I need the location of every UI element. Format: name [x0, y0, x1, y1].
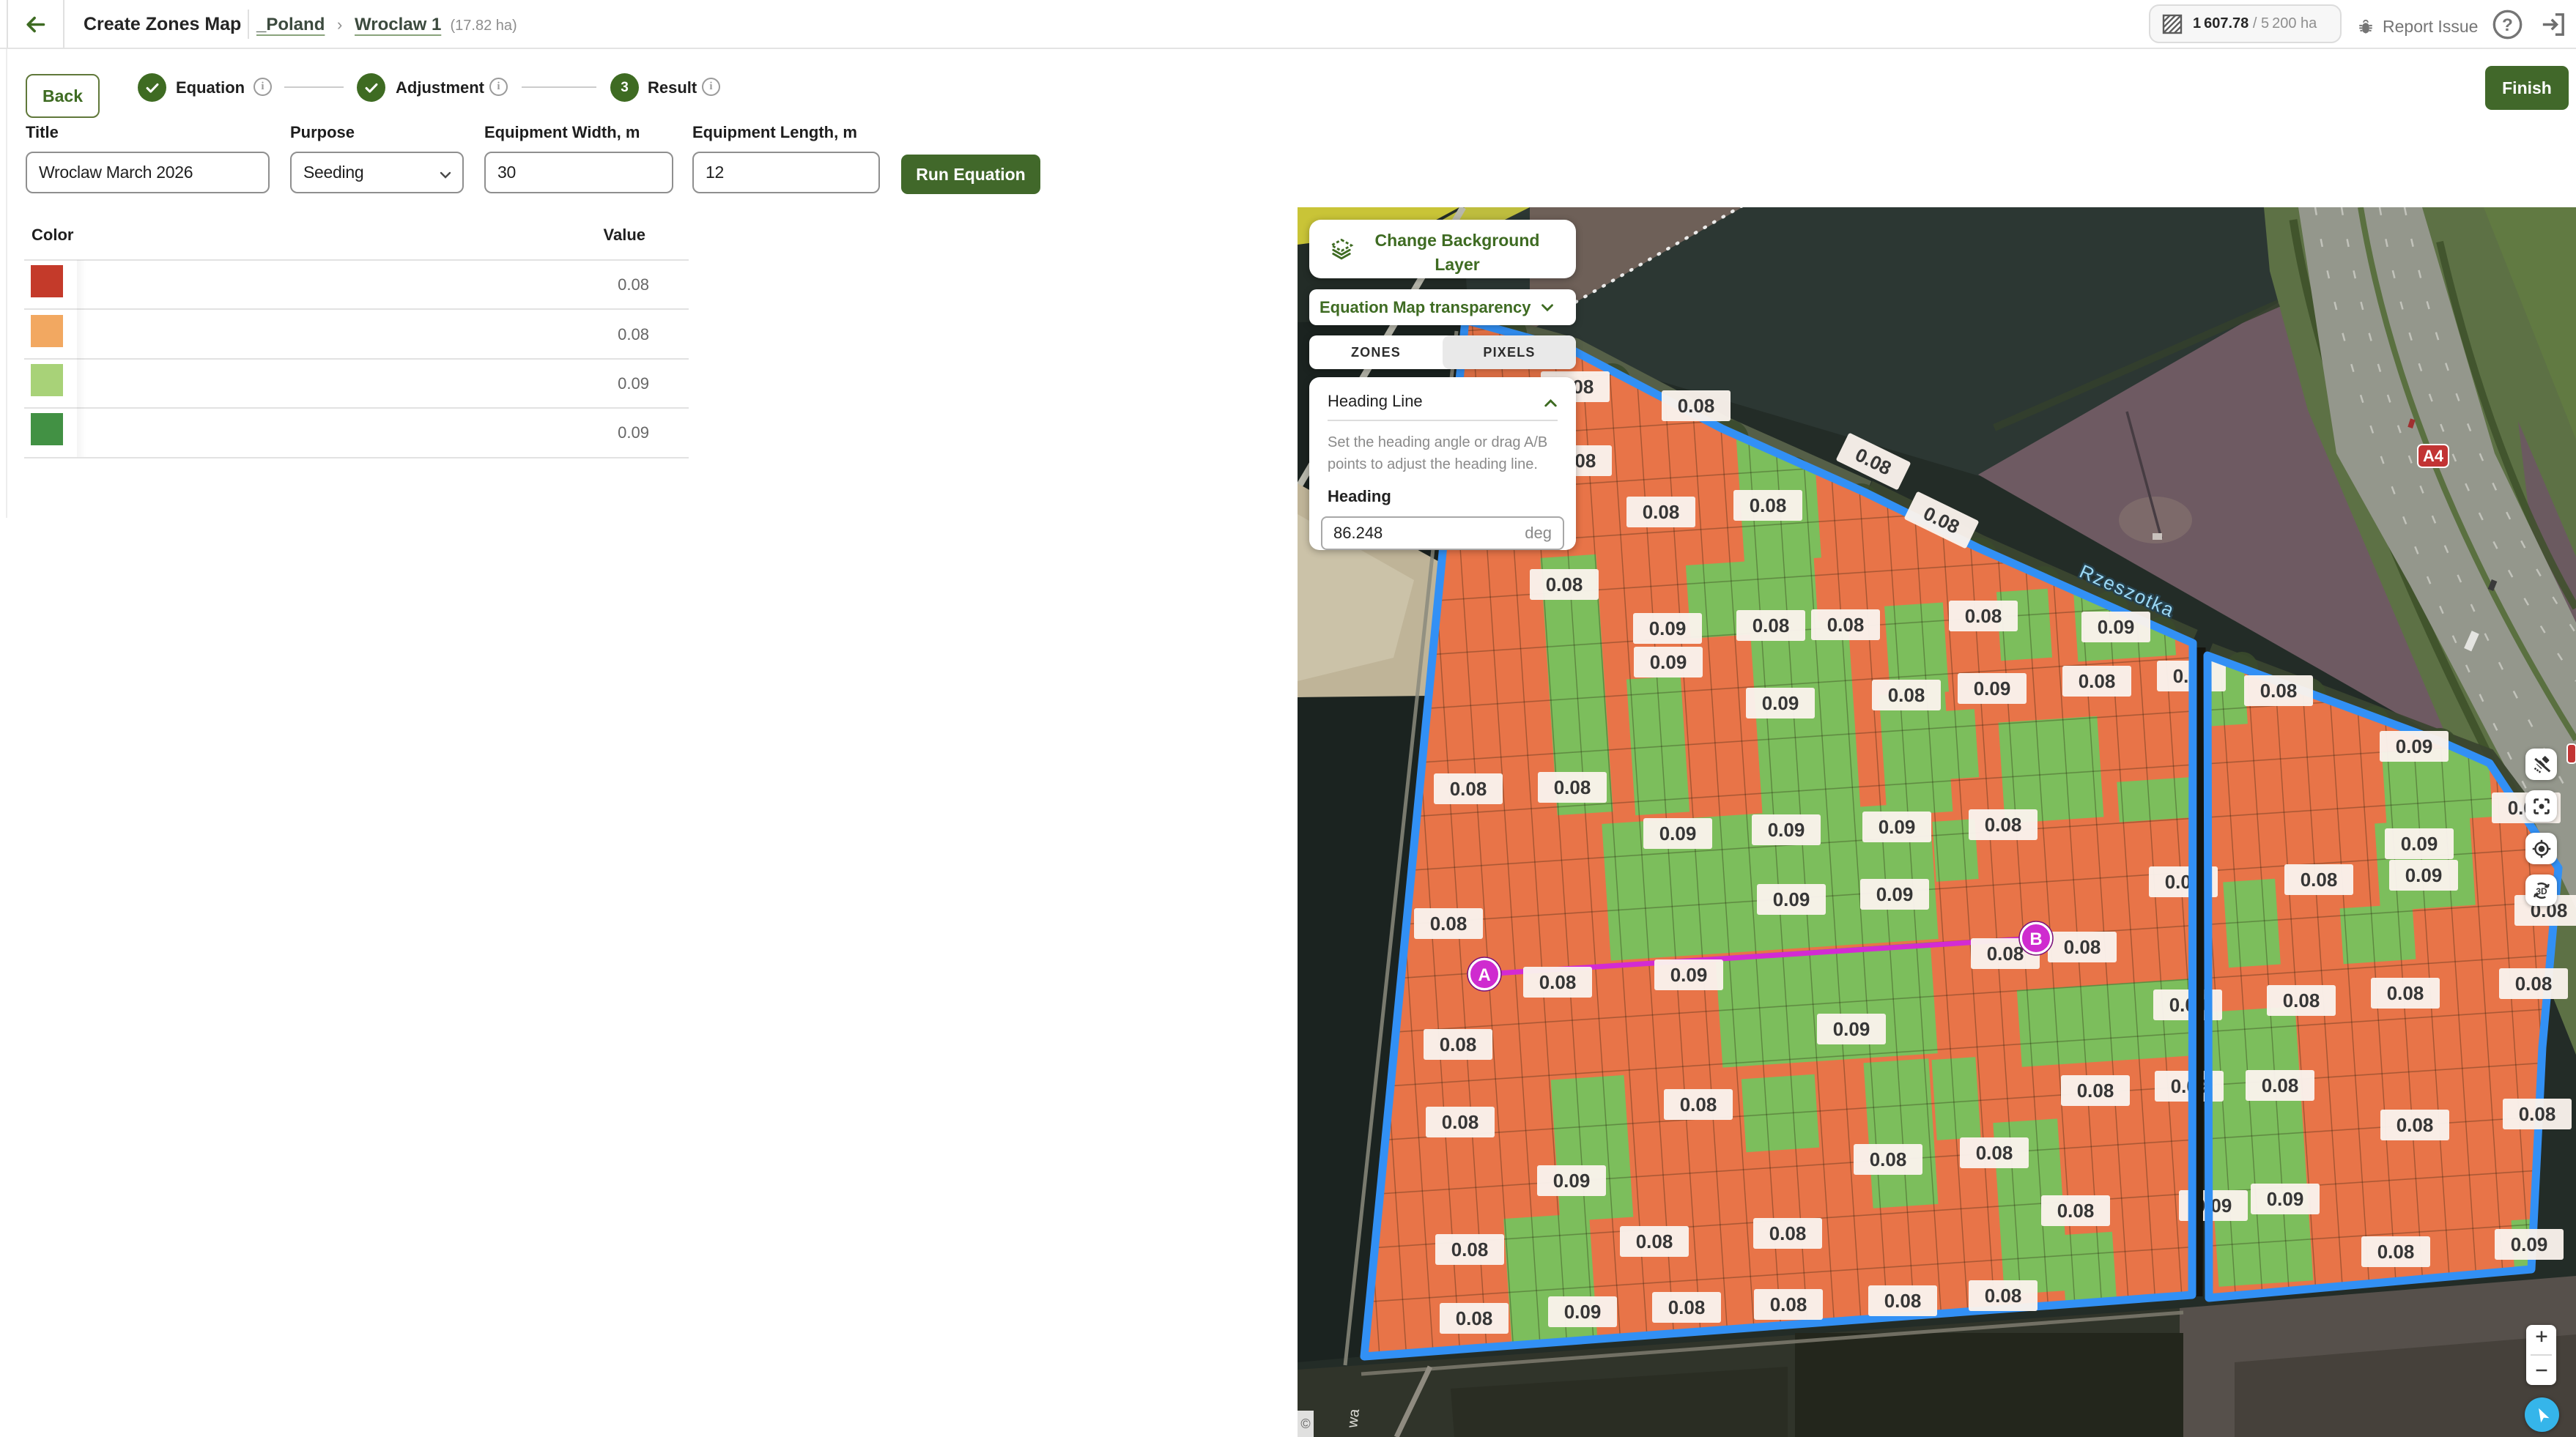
svg-text:0.09: 0.09	[2267, 1188, 2304, 1210]
svg-text:0.08: 0.08	[1753, 614, 1790, 636]
svg-text:0.08: 0.08	[1442, 1111, 1479, 1133]
svg-text:0.09: 0.09	[1768, 819, 1805, 841]
svg-text:0.08: 0.08	[1884, 1290, 1922, 1312]
svg-text:0.08: 0.08	[2515, 973, 2553, 995]
svg-text:0.08: 0.08	[1770, 1293, 1807, 1315]
svg-text:0.08: 0.08	[2260, 680, 2298, 702]
svg-text:0.09: 0.09	[1650, 651, 1687, 673]
svg-text:0.09: 0.09	[1762, 692, 1799, 714]
svg-text:wa: wa	[1344, 1408, 1363, 1430]
svg-text:0.09: 0.09	[1670, 964, 1708, 986]
svg-text:0.09: 0.09	[1974, 677, 2011, 699]
svg-text:0.09: 0.09	[1649, 617, 1687, 639]
svg-text:0.08: 0.08	[1750, 494, 1787, 516]
svg-text:0.08: 0.08	[1539, 971, 1577, 993]
svg-text:0.08: 0.08	[2064, 936, 2101, 958]
svg-text:0.08: 0.08	[2077, 1080, 2114, 1102]
svg-text:0.09: 0.09	[1833, 1018, 1870, 1040]
svg-text:0.08: 0.08	[2283, 989, 2320, 1011]
svg-text:0.08: 0.08	[2519, 1103, 2556, 1125]
svg-text:0.08: 0.08	[1888, 684, 1925, 706]
svg-text:0.08: 0.08	[1440, 1033, 1477, 1055]
svg-text:0.08: 0.08	[1554, 776, 1591, 798]
svg-text:0.09: 0.09	[2511, 1233, 2548, 1255]
svg-text:0.08: 0.08	[1636, 1230, 1673, 1252]
svg-text:0.09: 0.09	[2396, 735, 2433, 757]
svg-text:0.08: 0.08	[1680, 1093, 1717, 1115]
svg-text:0.08: 0.08	[2079, 670, 2116, 692]
svg-text:0.08: 0.08	[1965, 605, 2002, 627]
svg-text:?: ?	[2502, 15, 2513, 35]
svg-text:0.09: 0.09	[1876, 883, 1914, 905]
svg-text:0.08: 0.08	[1987, 943, 2024, 965]
svg-text:0.08: 0.08	[2397, 1114, 2434, 1136]
svg-text:0.08: 0.08	[2057, 1200, 2095, 1222]
svg-text:0.08: 0.08	[1870, 1148, 1907, 1170]
svg-text:0.09: 0.09	[1879, 816, 1916, 838]
svg-text:0.08: 0.08	[2301, 869, 2338, 891]
svg-text:0.08: 0.08	[2377, 1241, 2415, 1263]
svg-text:0.08: 0.08	[1985, 814, 2022, 836]
svg-text:0.09: 0.09	[1659, 823, 1697, 844]
svg-text:0.08: 0.08	[1546, 573, 1583, 595]
svg-text:0.09: 0.09	[1773, 888, 1810, 910]
svg-text:0.08: 0.08	[1451, 1239, 1489, 1260]
svg-text:0.08: 0.08	[1769, 1222, 1807, 1244]
svg-text:0.08: 0.08	[1827, 614, 1865, 636]
svg-text:3D: 3D	[2536, 885, 2547, 896]
svg-text:0.09: 0.09	[1564, 1301, 1602, 1323]
svg-text:0.08: 0.08	[1643, 501, 1680, 523]
svg-text:0.08: 0.08	[2262, 1074, 2299, 1096]
svg-text:©: ©	[1300, 1416, 1310, 1431]
svg-text:0.08: 0.08	[2387, 982, 2424, 1004]
svg-text:0.09: 0.09	[2401, 833, 2438, 855]
svg-text:0.08: 0.08	[1678, 395, 1715, 417]
svg-text:0.08: 0.08	[1668, 1296, 1706, 1318]
svg-text:A4: A4	[2423, 447, 2444, 465]
svg-text:0.08: 0.08	[1430, 913, 1467, 935]
svg-text:A: A	[1478, 965, 1490, 985]
svg-text:0.09: 0.09	[2405, 864, 2443, 886]
svg-text:0.08: 0.08	[1450, 778, 1487, 800]
svg-text:0.09: 0.09	[2098, 616, 2135, 638]
svg-text:0.09: 0.09	[1553, 1170, 1591, 1192]
svg-text:0.08: 0.08	[1456, 1307, 1493, 1329]
svg-text:B: B	[2029, 929, 2042, 949]
svg-text:0.08: 0.08	[1985, 1285, 2022, 1307]
svg-text:0.08: 0.08	[1976, 1142, 2013, 1164]
